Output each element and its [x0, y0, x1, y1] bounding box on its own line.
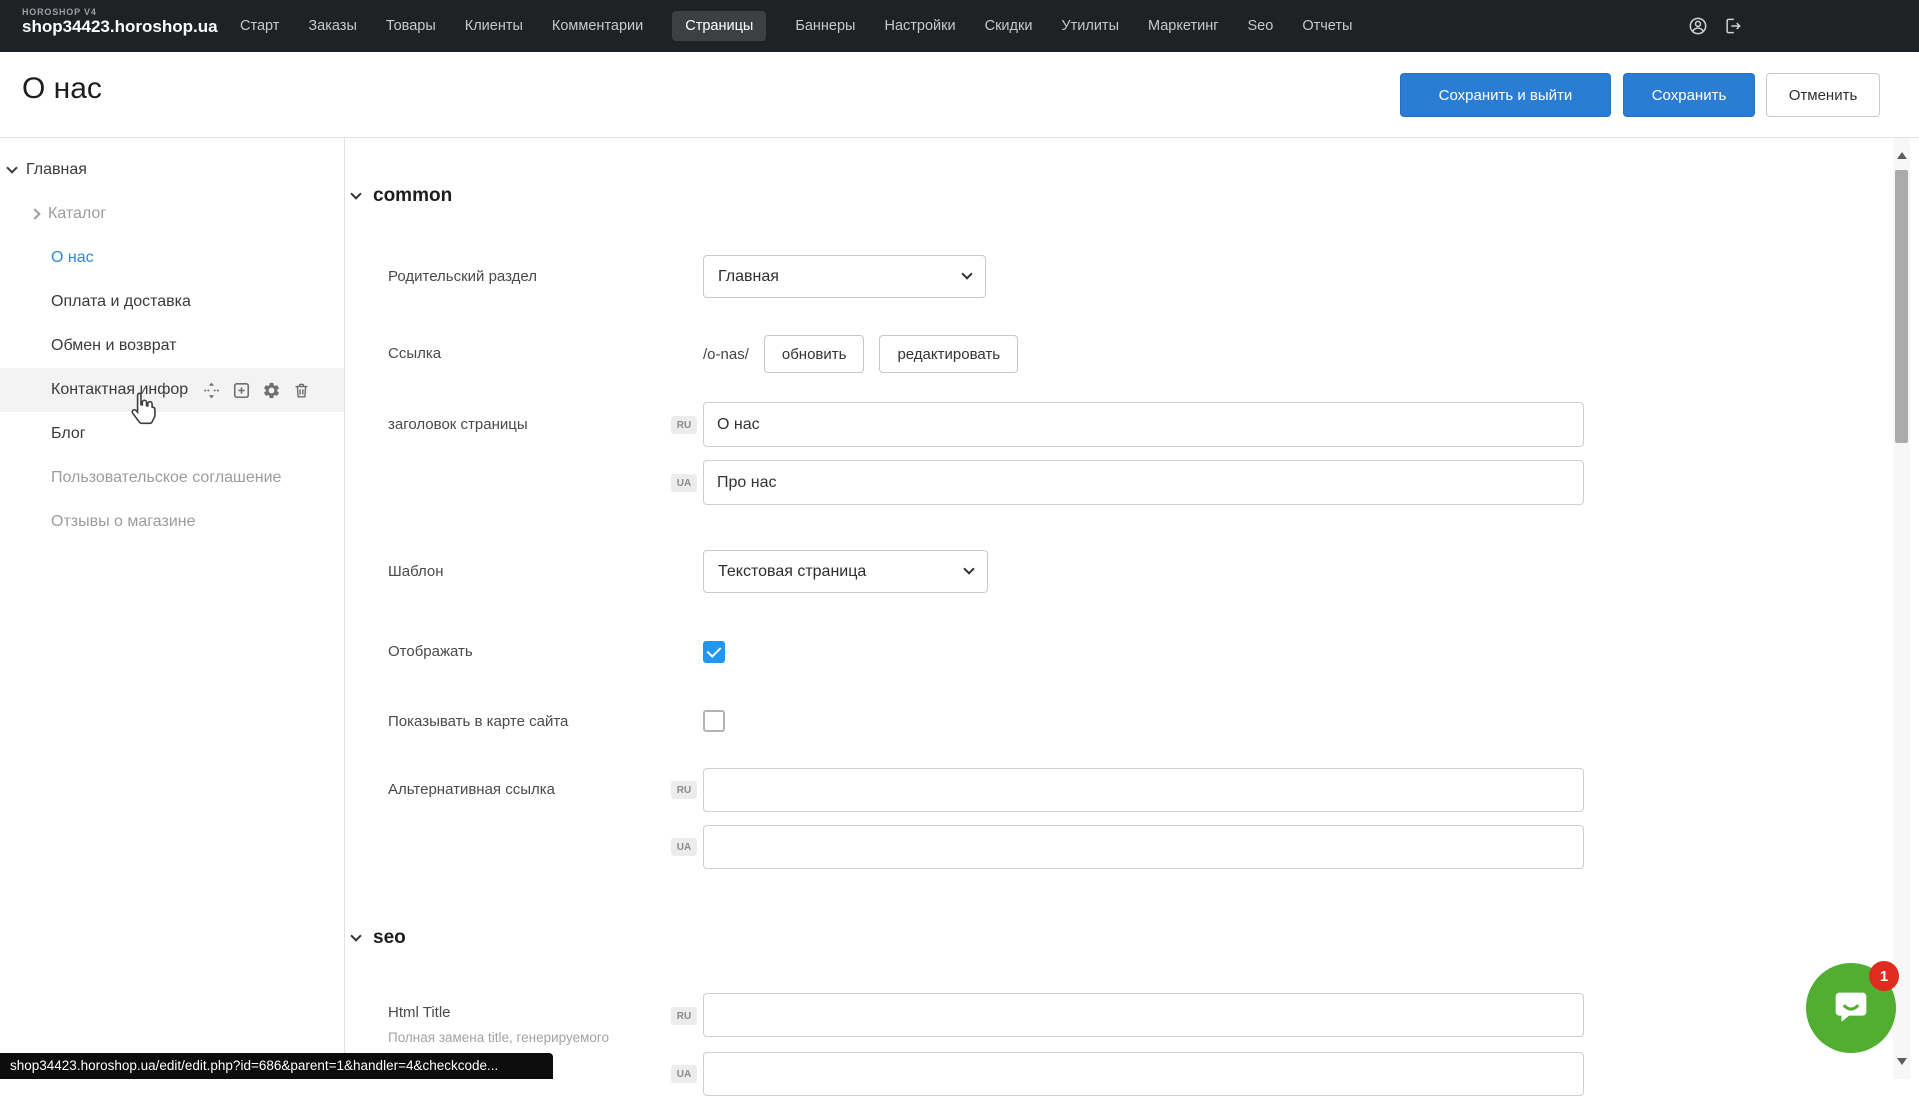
html-title-ua-input[interactable]	[703, 1052, 1584, 1096]
scrollbar-thumb[interactable]	[1895, 170, 1908, 443]
lang-badge-ru: RU	[671, 1007, 697, 1025]
lang-badge-ru: RU	[671, 416, 697, 434]
nav-item-marketing[interactable]: Маркетинг	[1148, 18, 1219, 34]
tree-item-obmen-i-vozvrat[interactable]: Обмен и возврат	[0, 324, 344, 368]
nav-item-seo[interactable]: Seo	[1248, 18, 1274, 34]
tree-item-glavnaya[interactable]: Главная	[0, 148, 344, 192]
lang-badge-ua: UA	[671, 838, 697, 856]
tree-item-oplata-i-dostavka[interactable]: Оплата и доставка	[0, 280, 344, 324]
link-path: /o-nas/	[703, 346, 749, 363]
main-menu: Старт Заказы Товары Клиенты Комментарии …	[240, 0, 1352, 52]
link-label: Ссылка	[388, 335, 441, 373]
cancel-button[interactable]: Отменить	[1766, 73, 1880, 117]
parent-section-select[interactable]: Главная	[703, 255, 986, 298]
add-icon[interactable]	[232, 381, 251, 400]
status-url-bar: shop34423.horoshop.ua/edit/edit.php?id=6…	[0, 1053, 553, 1079]
sitemap-label: Показывать в карте сайта	[388, 710, 568, 734]
top-navbar: HOROSHOP V4 shop34423.horoshop.ua Старт …	[0, 0, 1919, 52]
chevron-down-icon	[961, 268, 972, 279]
alt-link-ru-input[interactable]	[703, 768, 1584, 812]
tree-item-otzyvy-o-magazine[interactable]: Отзывы о магазине	[0, 500, 344, 544]
chevron-down-icon	[350, 188, 361, 199]
header-divider	[0, 137, 1919, 138]
lang-badge-ua: UA	[671, 474, 697, 492]
nav-item-clients[interactable]: Клиенты	[465, 18, 523, 34]
chat-bubble-icon	[1828, 985, 1874, 1031]
tree-item-o-nas-selected[interactable]: О нас	[0, 236, 344, 280]
sitemap-checkbox[interactable]	[703, 710, 725, 732]
nav-item-discounts[interactable]: Скидки	[985, 18, 1033, 34]
tree-item-katalog[interactable]: Каталог	[0, 192, 344, 236]
template-select[interactable]: Текстовая страница	[703, 550, 988, 593]
tree-item-label: О нас	[51, 249, 94, 267]
tree-item-blog[interactable]: Блог	[0, 412, 344, 456]
section-common-label: common	[373, 185, 452, 207]
alt-link-label: Альтернативная ссылка	[388, 768, 555, 812]
chevron-right-icon[interactable]	[29, 208, 40, 219]
save-button[interactable]: Сохранить	[1623, 73, 1755, 117]
tree-row-actions	[202, 381, 311, 400]
nav-item-start[interactable]: Старт	[240, 18, 279, 34]
link-update-button[interactable]: обновить	[764, 335, 865, 373]
link-edit-button[interactable]: редактировать	[879, 335, 1018, 373]
parent-section-value: Главная	[718, 268, 779, 286]
logout-icon[interactable]	[1723, 16, 1743, 36]
chevron-down-icon	[963, 563, 974, 574]
nav-item-orders[interactable]: Заказы	[308, 18, 356, 34]
tree-item-label: Блог	[51, 425, 86, 443]
nav-item-utilities[interactable]: Утилиты	[1061, 18, 1119, 34]
template-value: Текстовая страница	[718, 563, 866, 581]
scrollbar-up-arrow[interactable]	[1897, 152, 1907, 159]
tree-item-label: Оплата и доставка	[51, 293, 191, 311]
nav-item-pages-active[interactable]: Страницы	[672, 11, 766, 41]
nav-item-reports[interactable]: Отчеты	[1302, 18, 1352, 34]
lang-badge-ua: UA	[671, 1065, 697, 1083]
alt-link-ua-input[interactable]	[703, 825, 1584, 869]
section-seo-label: seo	[373, 927, 406, 949]
tree-item-label: Каталог	[48, 205, 106, 223]
lang-badge-ru: RU	[671, 781, 697, 799]
gear-icon[interactable]	[262, 381, 281, 400]
html-title-hint: Полная замена title, генерируемого	[388, 1030, 609, 1045]
tree-item-label: Обмен и возврат	[51, 337, 176, 355]
display-checkbox[interactable]	[703, 641, 725, 663]
move-icon[interactable]	[202, 381, 221, 400]
tree-item-label: Пользовательское соглашение	[51, 469, 281, 487]
pages-tree: Главная Каталог О нас Оплата и доставка …	[0, 148, 344, 544]
nav-item-settings[interactable]: Настройки	[884, 18, 955, 34]
chat-unread-badge: 1	[1869, 961, 1899, 991]
tree-item-polzovatelskoe-soglashenie[interactable]: Пользовательское соглашение	[0, 456, 344, 500]
navbar-right-icons	[1688, 0, 1743, 52]
save-and-exit-button[interactable]: Сохранить и выйти	[1400, 73, 1611, 117]
chevron-down-icon[interactable]	[6, 162, 17, 173]
chevron-down-icon	[350, 930, 361, 941]
display-label: Отображать	[388, 640, 473, 664]
tree-item-label: Главная	[26, 161, 87, 179]
nav-item-banners[interactable]: Баннеры	[795, 18, 855, 34]
section-seo[interactable]: seo	[352, 927, 406, 949]
tree-item-label: Отзывы о магазине	[51, 513, 196, 531]
template-label: Шаблон	[388, 550, 444, 593]
shop-logo[interactable]: HOROSHOP V4 shop34423.horoshop.ua	[22, 8, 218, 37]
page-title-ua-input[interactable]	[703, 460, 1584, 505]
nav-item-comments[interactable]: Комментарии	[552, 18, 643, 34]
page-title: О нас	[22, 72, 102, 106]
html-title-ru-input[interactable]	[703, 993, 1584, 1037]
logo-shop-domain: shop34423.horoshop.ua	[22, 18, 218, 37]
account-icon[interactable]	[1688, 16, 1708, 36]
scrollbar-down-arrow[interactable]	[1897, 1058, 1907, 1065]
page-title-ru-input[interactable]	[703, 402, 1584, 447]
page-title-field-label: заголовок страницы	[388, 402, 528, 447]
link-row: /o-nas/ обновить редактировать	[703, 335, 1018, 373]
nav-item-products[interactable]: Товары	[386, 18, 436, 34]
tree-item-kontaktnaya-infor-hovered[interactable]: Контактная инфор	[0, 368, 344, 412]
html-title-label: Html Title	[388, 1003, 451, 1023]
trash-icon[interactable]	[292, 381, 311, 400]
parent-section-label: Родительский раздел	[388, 255, 537, 298]
section-common[interactable]: common	[352, 185, 452, 207]
sidebar-divider	[344, 138, 345, 1079]
tree-item-label: Контактная инфор	[51, 381, 188, 399]
